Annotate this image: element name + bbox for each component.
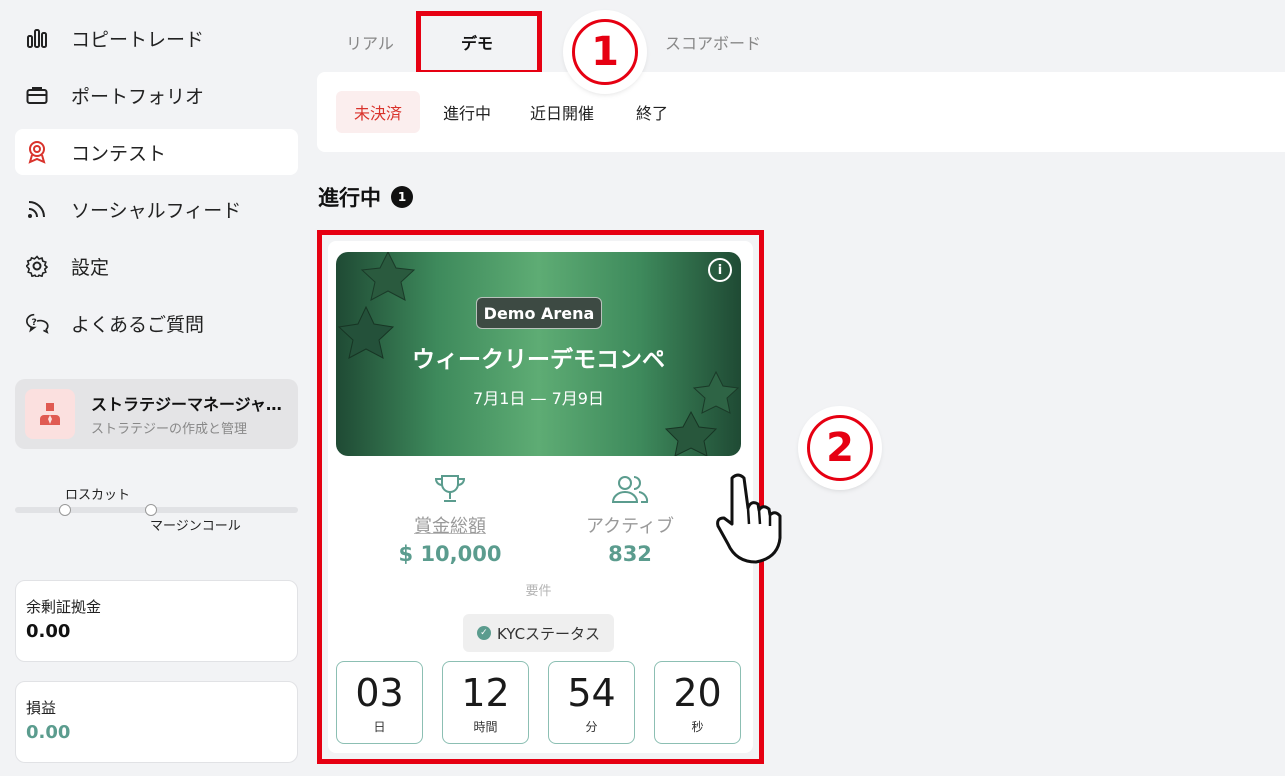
countdown-unit: 分 <box>585 720 598 734</box>
countdown-seconds: 20 秒 <box>654 661 741 744</box>
svg-text:?: ? <box>31 317 36 328</box>
sidebar-item-faq[interactable]: ? よくあるご質問 <box>15 300 298 346</box>
pointing-hand-icon <box>716 473 782 564</box>
pnl-box: 損益 0.00 <box>15 681 298 763</box>
demo-tab-highlight <box>416 11 542 75</box>
countdown-value: 54 <box>567 671 616 715</box>
callout-step-2: 2 <box>800 408 880 488</box>
contest-title: ウィークリーデモコンペ <box>412 347 665 373</box>
margin-call-label: マージンコール <box>150 519 241 534</box>
kyc-label: KYCステータス <box>496 624 601 643</box>
stop-loss-marker <box>59 504 71 516</box>
pnl-label: 損益 <box>26 699 57 717</box>
sidebar: コピートレード ポートフォリオ コンテスト ソーシャルフィード 設定 ? よくあ… <box>0 0 310 776</box>
free-margin-box: 余剰証拠金 0.00 <box>15 580 298 662</box>
prize-stat: 賞金総額 $ 10,000 <box>375 474 525 566</box>
countdown-unit: 秒 <box>691 720 704 734</box>
sidebar-item-social-feed[interactable]: ソーシャルフィード <box>15 186 298 232</box>
count-badge: 1 <box>391 186 413 208</box>
sidebar-item-settings[interactable]: 設定 <box>15 243 298 289</box>
active-label: アクティブ <box>585 516 675 537</box>
countdown-minutes: 54 分 <box>548 661 635 744</box>
sidebar-item-label: ポートフォリオ <box>71 85 205 108</box>
tab-in-progress[interactable]: 進行中 <box>425 91 509 133</box>
strategy-manager-card[interactable]: ストラテジーマネージャ… ストラテジーの作成と管理 <box>15 379 298 449</box>
status-filter-panel: 未決済 進行中 近日開催 終了 <box>317 72 1285 152</box>
gear-icon <box>25 254 49 278</box>
section-title: 進行中 1 <box>318 182 413 212</box>
countdown-value: 20 <box>673 671 722 715</box>
countdown-value: 12 <box>461 671 510 715</box>
arena-badge: Demo Arena <box>476 297 602 329</box>
chat-question-icon: ? <box>25 311 49 335</box>
check-icon: ✓ <box>476 626 491 640</box>
active-stat: アクティブ 832 <box>555 474 705 566</box>
countdown-value: 03 <box>355 671 404 715</box>
stop-loss-label: ロスカット <box>65 488 131 503</box>
pnl-value: 0.00 <box>26 722 71 743</box>
countdown-days: 03 日 <box>336 661 423 744</box>
kyc-status-chip: ✓ KYCステータス <box>463 614 614 652</box>
briefcase-icon <box>25 83 49 107</box>
user-avatar-icon <box>25 389 75 439</box>
award-ribbon-icon <box>25 140 49 164</box>
users-icon <box>611 476 649 503</box>
rss-feed-icon <box>25 197 49 221</box>
countdown-hours: 12 時間 <box>442 661 529 744</box>
tab-open[interactable]: 未決済 <box>336 91 421 133</box>
strategy-manager-title: ストラテジーマネージャ… <box>91 395 282 414</box>
strategy-manager-subtitle: ストラテジーの作成と管理 <box>91 422 248 437</box>
free-margin-value: 0.00 <box>26 621 71 642</box>
sidebar-item-label: 設定 <box>71 256 110 279</box>
tab-finished[interactable]: 終了 <box>618 91 686 133</box>
section-title-text: 進行中 <box>318 186 381 210</box>
tab-real[interactable]: リアル <box>346 30 394 54</box>
countdown-unit: 時間 <box>473 720 498 734</box>
sidebar-item-copy-trade[interactable]: コピートレード <box>15 15 298 61</box>
sidebar-item-portfolio[interactable]: ポートフォリオ <box>15 72 298 118</box>
bar-chart-icon <box>25 26 49 50</box>
sidebar-item-label: ソーシャルフィード <box>71 199 242 222</box>
sidebar-item-label: コンテスト <box>71 142 167 165</box>
sidebar-item-label: よくあるご質問 <box>71 313 205 336</box>
trophy-icon <box>434 475 466 502</box>
callout-step-1: 1 <box>565 12 645 92</box>
sidebar-item-contest[interactable]: コンテスト <box>15 129 298 175</box>
prize-value: $ 10,000 <box>398 542 502 566</box>
free-margin-label: 余剰証拠金 <box>26 598 102 616</box>
tab-upcoming[interactable]: 近日開催 <box>512 91 612 133</box>
active-value: 832 <box>608 542 652 566</box>
contest-dates: 7月1日 — 7月9日 <box>473 389 604 408</box>
tab-scoreboard[interactable]: スコアボード <box>665 30 761 54</box>
countdown-unit: 日 <box>373 720 386 734</box>
prize-label: 賞金総額 <box>414 516 486 537</box>
requirements-label: 要件 <box>525 584 552 599</box>
sidebar-item-label: コピートレード <box>71 28 205 51</box>
info-icon[interactable]: i <box>708 258 732 282</box>
callout-number: 1 <box>572 19 638 85</box>
callout-number: 2 <box>807 415 873 481</box>
